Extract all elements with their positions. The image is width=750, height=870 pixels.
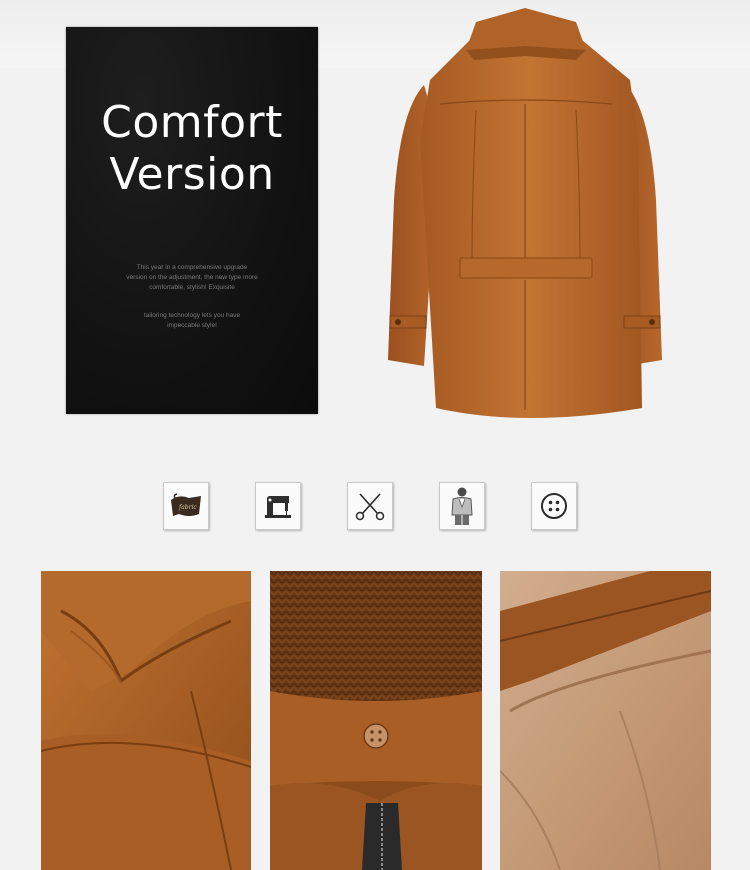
- fabric-swatch-icon: fabric: [163, 482, 209, 530]
- comfort-version-panel: Comfort Version This year in a comprehen…: [66, 27, 318, 414]
- model-figure-icon: [439, 482, 485, 530]
- description-line: tailoring technology lets you have: [143, 312, 241, 319]
- button-icon: [531, 482, 577, 530]
- headline: Comfort Version: [66, 97, 318, 201]
- description-line: impeccable style!: [167, 322, 217, 329]
- scissors-icon: [347, 482, 393, 530]
- description-block-1: This year in a comprehensive upgrade ver…: [86, 263, 298, 293]
- description-line: version on the adjustment, the new type …: [126, 274, 258, 281]
- coat-back-image: [380, 0, 670, 430]
- headline-line-2: Version: [109, 149, 275, 200]
- headline-line-1: Comfort: [101, 97, 283, 148]
- feature-icons-row: fabric: [0, 482, 750, 530]
- sewing-machine-icon: [255, 482, 301, 530]
- description-line: This year in a comprehensive upgrade: [136, 264, 248, 271]
- lining-detail-photo: [500, 571, 711, 870]
- description-block-2: tailoring technology lets you have impec…: [86, 311, 298, 331]
- collar-detail-photo: [41, 571, 251, 870]
- button-detail-photo: [270, 571, 482, 870]
- description-line: comfortable, stylish! Exquisite: [149, 284, 235, 291]
- fabric-label: fabric: [178, 504, 197, 511]
